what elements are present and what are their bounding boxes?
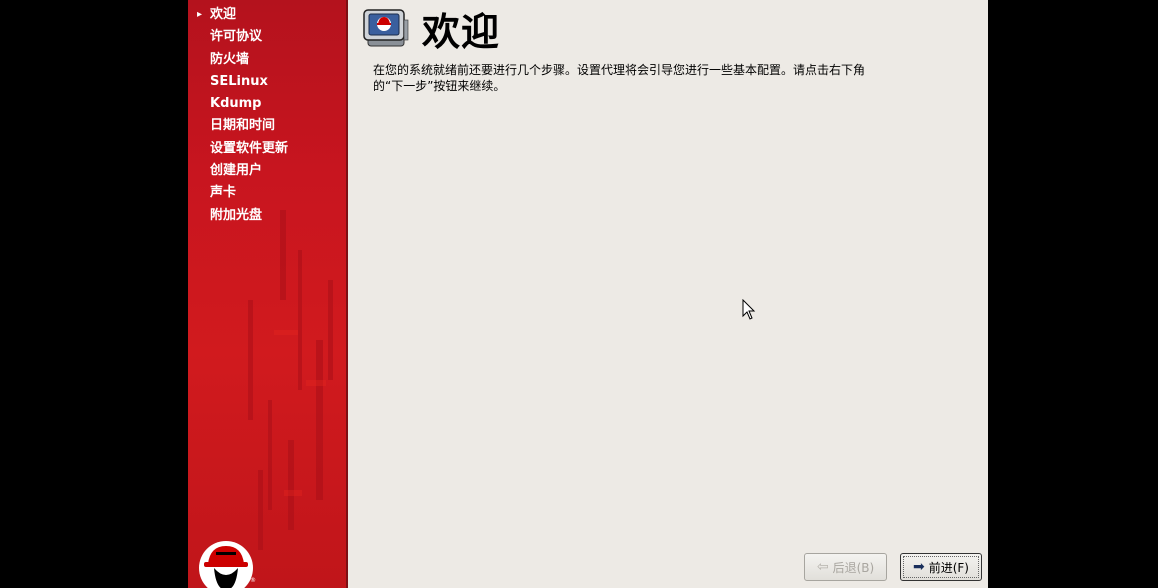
mouse-pointer-icon bbox=[742, 299, 756, 320]
page-title: 欢迎 bbox=[422, 9, 501, 54]
sidebar-steps: ▸ 欢迎 许可协议 防火墙 SELinux Kdump 日期和时间 设置软件更新 … bbox=[188, 4, 346, 227]
sidebar-item-datetime: 日期和时间 bbox=[188, 115, 346, 137]
sidebar-item-label: 声卡 bbox=[210, 185, 237, 201]
page-header: 欢迎 bbox=[362, 4, 500, 54]
arrow-right-icon: ➡ bbox=[912, 559, 925, 575]
sidebar-item-additional-cds: 附加光盘 bbox=[188, 205, 346, 227]
arrow-left-icon: ⇦ bbox=[816, 559, 829, 575]
sidebar-item-label: 欢迎 bbox=[210, 7, 237, 22]
svg-text:®: ® bbox=[250, 577, 256, 584]
sidebar-item-label: 许可协议 bbox=[210, 29, 263, 45]
sidebar-item-welcome: ▸ 欢迎 bbox=[188, 4, 346, 26]
sidebar-item-license: 许可协议 bbox=[188, 26, 346, 48]
sidebar-item-selinux: SELinux bbox=[188, 71, 346, 93]
main-panel: 欢迎 在您的系统就绪前还要进行几个步骤。设置代理将会引导您进行一些基本配置。请点… bbox=[348, 0, 988, 588]
forward-button-label: 前进(F) bbox=[928, 560, 969, 575]
back-button[interactable]: ⇦ 后退(B) bbox=[804, 553, 887, 581]
sidebar-item-label: 日期和时间 bbox=[210, 118, 276, 134]
welcome-description: 在您的系统就绪前还要进行几个步骤。设置代理将会引导您进行一些基本配置。请点击右下… bbox=[373, 63, 866, 93]
sidebar-item-label: SELinux bbox=[210, 73, 268, 89]
active-step-arrow-icon: ▸ bbox=[197, 9, 203, 20]
sidebar-item-create-user: 创建用户 bbox=[188, 160, 346, 182]
firstboot-window: ▸ 欢迎 许可协议 防火墙 SELinux Kdump 日期和时间 设置软件更新 … bbox=[188, 0, 988, 588]
sidebar-item-kdump: Kdump bbox=[188, 93, 346, 115]
forward-button[interactable]: ➡ 前进(F) bbox=[900, 553, 982, 581]
sidebar-item-firewall: 防火墙 bbox=[188, 49, 346, 71]
sidebar-item-label: Kdump bbox=[210, 96, 262, 112]
sidebar-item-label: 设置软件更新 bbox=[210, 140, 289, 156]
back-button-label: 后退(B) bbox=[832, 560, 875, 575]
sidebar-item-label: 防火墙 bbox=[210, 51, 250, 67]
redhat-shadowman-logo: ® bbox=[199, 541, 256, 588]
sidebar-item-label: 附加光盘 bbox=[210, 207, 263, 223]
monitor-redhat-icon bbox=[363, 9, 409, 47]
sidebar-item-soundcard: 声卡 bbox=[188, 182, 346, 204]
sidebar-item-software-updates: 设置软件更新 bbox=[188, 138, 346, 160]
sidebar: ▸ 欢迎 许可协议 防火墙 SELinux Kdump 日期和时间 设置软件更新 … bbox=[188, 0, 346, 588]
sidebar-item-label: 创建用户 bbox=[210, 163, 263, 179]
